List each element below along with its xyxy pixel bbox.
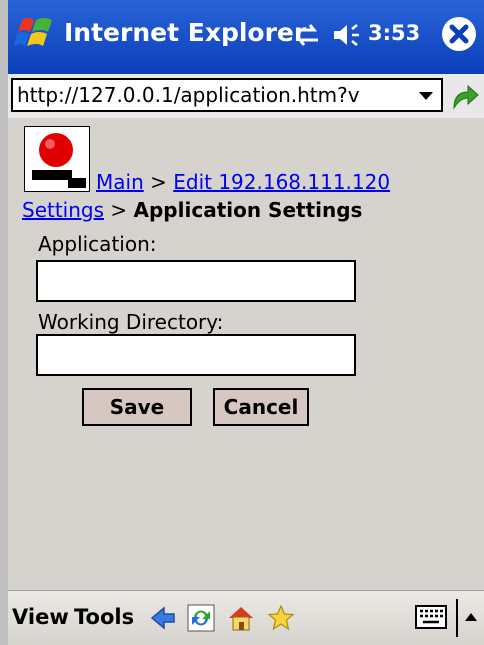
breadcrumb-separator: > [143,170,174,194]
sip-arrow-icon[interactable] [456,599,484,637]
breadcrumb-separator: > [104,198,134,222]
windows-start-icon[interactable] [14,14,58,54]
volume-icon[interactable] [330,20,362,50]
breadcrumb-settings-link[interactable]: Settings [22,198,104,222]
cancel-button[interactable]: Cancel [213,388,309,426]
clock[interactable]: 3:53 [368,21,420,45]
breadcrumb: Main > Edit 192.168.111.120 [96,170,390,194]
keyboard-icon[interactable] [414,603,448,631]
application-input[interactable] [36,260,356,302]
application-label: Application: [38,232,157,256]
connectivity-icon[interactable] [292,20,322,50]
address-input[interactable]: http://127.0.0.1/application.htm?v [11,78,443,112]
go-arrow-icon[interactable] [448,80,480,112]
bottom-toolbar: View Tools [8,590,484,645]
view-menu[interactable]: View [12,605,69,629]
breadcrumb-continued: Settings > Application Settings [22,198,362,222]
breadcrumb-edit-link[interactable]: Edit 192.168.111.120 [173,170,390,194]
app-logo [24,126,90,192]
address-text: http://127.0.0.1/application.htm?v [17,83,360,107]
pocket-ie-screen: Internet Explorer 3:53 http://127.0.0.1/… [8,0,484,645]
close-button[interactable] [442,17,476,51]
app-title: Internet Explorer [64,18,307,47]
save-button[interactable]: Save [82,388,192,426]
chevron-down-icon[interactable] [411,80,441,110]
address-bar: http://127.0.0.1/application.htm?v [8,74,484,120]
title-bar: Internet Explorer 3:53 [8,0,484,74]
page-content: Main > Edit 192.168.111.120 Settings > A… [8,120,484,590]
working-directory-input[interactable] [36,334,356,376]
close-icon [449,24,469,44]
breadcrumb-main-link[interactable]: Main [96,170,144,194]
favorites-icon[interactable] [266,603,296,633]
home-icon[interactable] [226,603,256,633]
tools-menu[interactable]: Tools [74,605,134,629]
page-title: Application Settings [133,198,363,222]
working-directory-label: Working Directory: [38,310,224,334]
refresh-icon[interactable] [186,603,216,633]
back-icon[interactable] [148,603,178,633]
